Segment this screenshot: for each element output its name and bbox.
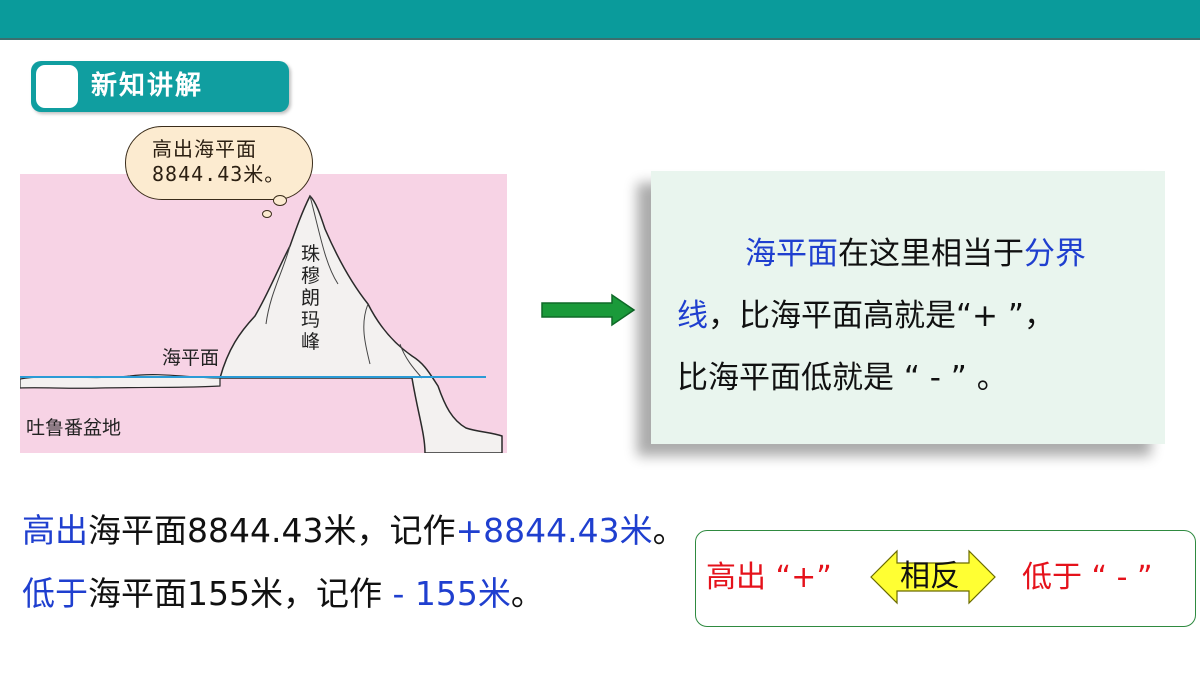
explanation-keyword-sea-level: 海平面 bbox=[745, 236, 838, 272]
statement-keyword: 高出 bbox=[22, 511, 88, 550]
opposite-box: 高出 “+” 相反 低于 “ - ” bbox=[695, 530, 1196, 627]
statement-end: 。 bbox=[652, 511, 686, 550]
section-tag: 新知讲解 bbox=[31, 61, 289, 112]
explanation-card: 海平面在这里相当于分界线，比海平面高就是“+ ”， 比海平面低就是 “ - ” 。 bbox=[651, 171, 1165, 444]
statement-text: 海平面8844.43米，记作 bbox=[88, 511, 456, 550]
sea-level-label: 海平面 bbox=[162, 347, 220, 369]
explanation-fragment: 比海平面低就是 “ - ” 。 bbox=[677, 360, 1008, 396]
section-tag-label: 新知讲解 bbox=[91, 71, 204, 101]
explanation-text: 海平面在这里相当于分界线，比海平面高就是“+ ”， 比海平面低就是 “ - ” 。 bbox=[677, 223, 1147, 409]
thought-bubble-text: 高出海平面 8844.43米。 bbox=[152, 137, 302, 187]
thought-bubble-line1: 高出海平面 bbox=[152, 137, 257, 161]
statement-below-sea: 低于海平面155米，记作 - 155米。 bbox=[22, 574, 544, 614]
thought-bubble: 高出海平面 8844.43米。 bbox=[125, 126, 313, 200]
top-banner-divider bbox=[0, 38, 1200, 40]
opposite-right-text: 低于 “ - ” bbox=[1022, 560, 1153, 595]
basin-label: 吐鲁番盆地 bbox=[26, 417, 122, 439]
right-arrow-icon bbox=[541, 293, 636, 327]
explanation-fragment: ，比海平面高就是“+ ”， bbox=[708, 298, 1055, 334]
thought-bubble-dot bbox=[273, 195, 287, 206]
statement-text: 海平面155米，记作 bbox=[88, 574, 393, 613]
explanation-fragment: 在这里相当于 bbox=[838, 236, 1024, 272]
mountain-peak-shape bbox=[219, 194, 503, 453]
statement-keyword: 低于 bbox=[22, 574, 88, 613]
opposite-middle-text: 相反 bbox=[900, 559, 960, 594]
section-tag-square bbox=[36, 65, 78, 108]
top-banner bbox=[0, 0, 1200, 38]
opposite-left-text: 高出 “+” bbox=[706, 560, 832, 595]
statement-above-sea: 高出海平面8844.43米，记作+8844.43米。 bbox=[22, 511, 686, 551]
statement-end: 。 bbox=[510, 574, 544, 613]
statement-value: - 155米 bbox=[392, 574, 511, 613]
thought-bubble-line2: 8844.43米。 bbox=[152, 162, 286, 186]
peak-label: 珠穆朗玛峰 bbox=[301, 243, 321, 353]
statement-value: +8844.43米 bbox=[455, 511, 653, 550]
thought-bubble-dot bbox=[262, 210, 272, 218]
